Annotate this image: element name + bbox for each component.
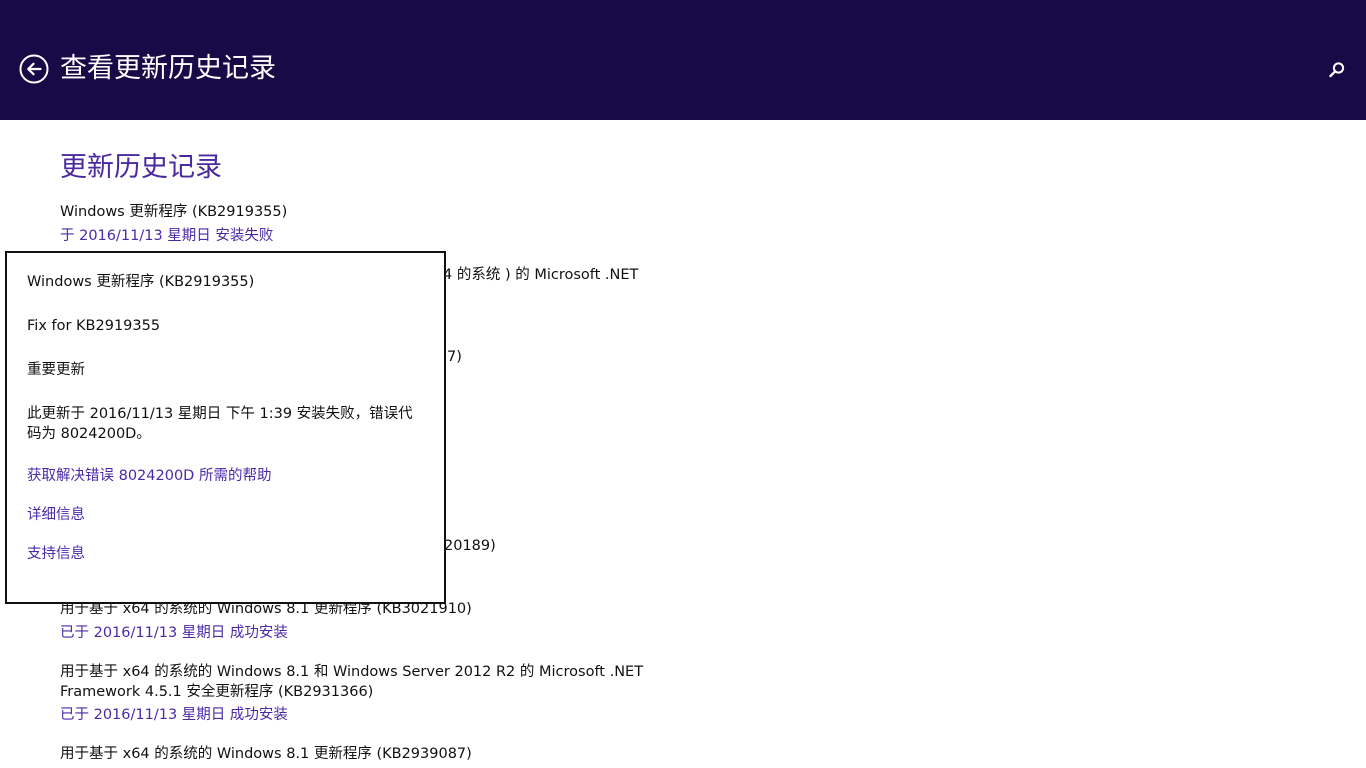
search-icon [1329,62,1345,78]
update-name: 用于基于 x64 的系统的 Windows 8.1 和 Windows Serv… [60,664,644,700]
update-name: Windows 更新程序 (KB2919355) [60,204,288,220]
popup-title: Windows 更新程序 (KB2919355) [27,274,255,290]
update-details-popup: Windows 更新程序 (KB2919355) Fix for KB29193… [5,251,446,604]
update-status: 已于 2016/11/13 星期日 成功安装 [60,624,288,641]
search-button[interactable] [1327,60,1347,80]
update-item[interactable]: 用于基于 x64 的系统的 Windows 8.1 更新程序 (KB293908… [60,745,660,765]
popup-update-type: 重要更新 [27,362,85,378]
popup-error-message: 此更新于 2016/11/13 星期日 下午 1:39 安装失败，错误代码为 8… [27,406,413,442]
update-status: 已于 2016/11/13 星期日 成功安装 [60,707,288,723]
popup-description: Fix for KB2919355 [27,318,161,334]
update-name: 用于基于 x64 的系统的 Windows 8.1 更新程序 (KB293908… [60,746,472,762]
help-link[interactable]: 获取解决错误 8024200D 所需的帮助 [27,466,271,486]
section-title: 更新历史记录 [60,152,222,183]
back-button[interactable] [19,54,49,84]
update-item[interactable]: 用于基于 x64 的系统的 Windows 8.1 更新程序 (KB302191… [60,600,660,643]
details-link[interactable]: 详细信息 [27,505,85,525]
back-arrow-icon [19,54,49,84]
update-item[interactable]: 用于基于 x64 的系统的 Windows 8.1 和 Windows Serv… [60,663,650,725]
update-item[interactable]: Windows 更新程序 (KB2919355) 于 2016/11/13 星期… [60,203,660,246]
update-status: 于 2016/11/13 星期日 安装失败 [60,227,274,244]
app-header: 查看更新历史记录 [0,0,1366,120]
page-title: 查看更新历史记录 [60,53,276,84]
support-link[interactable]: 支持信息 [27,544,85,564]
